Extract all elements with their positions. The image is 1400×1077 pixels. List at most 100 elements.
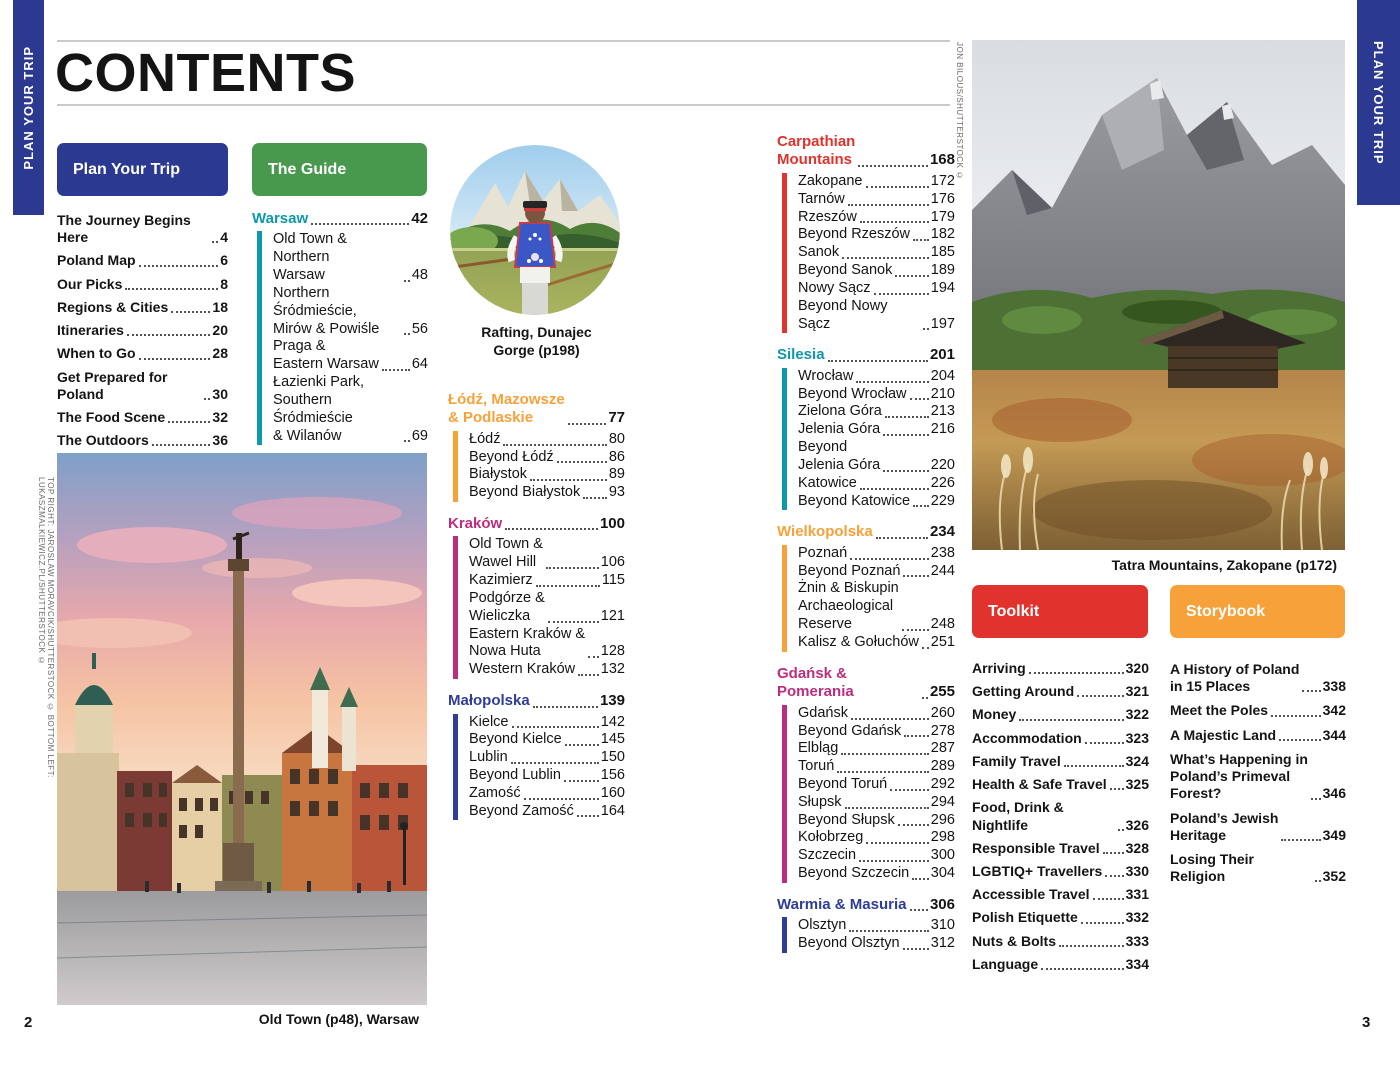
toc-entry-label: Itineraries bbox=[57, 322, 124, 339]
toc-entry-label: Old Town & Northern Warsaw bbox=[273, 231, 401, 284]
toc-entry-label: Kraków bbox=[448, 515, 502, 533]
toc-entry-label: Poznań bbox=[798, 545, 847, 563]
toc-entry-label: Beyond Wrocław bbox=[798, 386, 907, 404]
toc-entry-page: 189 bbox=[931, 262, 955, 280]
dotted-leader bbox=[204, 398, 210, 400]
dotted-leader bbox=[512, 726, 599, 728]
photo-credit-left-text: TOP RIGHT: JAROSLAW MORAVCIK/SHUTTERSTOC… bbox=[37, 477, 55, 897]
dotted-leader bbox=[912, 878, 929, 880]
section-items: Olsztyn310Beyond Olsztyn312 bbox=[782, 917, 955, 953]
toc-entry-page: 36 bbox=[212, 432, 228, 449]
dotted-leader bbox=[866, 842, 929, 844]
photo-credit-right: JON BILOUS/SHUTTERSTOCK © bbox=[955, 42, 964, 187]
dotted-leader bbox=[1029, 672, 1124, 674]
dotted-leader bbox=[858, 165, 928, 167]
toc-entry-label: Health & Safe Travel bbox=[972, 776, 1107, 793]
dotted-leader bbox=[511, 762, 599, 764]
dotted-leader bbox=[1081, 922, 1124, 924]
section-gdansk: Gdańsk & Pomerania255Gdańsk260Beyond Gda… bbox=[777, 665, 955, 883]
dotted-leader bbox=[583, 497, 607, 499]
toc-entry-label: Kalisz & Gołuchów bbox=[798, 634, 919, 652]
toc-entry-page: 213 bbox=[931, 403, 955, 421]
toc-entry-page: 18 bbox=[212, 299, 228, 316]
toc-entry-page: 287 bbox=[931, 740, 955, 758]
toc-entry-page: 164 bbox=[601, 803, 625, 821]
guide-column-3: Carpathian Mountains168Zakopane172Tarnów… bbox=[777, 133, 955, 966]
toc-entry: Old Town & Wawel Hill106 bbox=[469, 536, 625, 572]
toc-entry-label: Łódź bbox=[469, 431, 500, 449]
toc-entry-page: 69 bbox=[412, 428, 428, 446]
toc-entry-page: 310 bbox=[931, 917, 955, 935]
toc-entry: Kielce142 bbox=[469, 714, 625, 732]
toc-entry-label: Money bbox=[972, 706, 1016, 723]
toolkit-list: Arriving320Getting Around321Money322Acco… bbox=[972, 660, 1149, 979]
dotted-leader bbox=[505, 528, 598, 530]
toc-entry-label: Warsaw bbox=[252, 210, 308, 228]
toc-entry-label: Nuts & Bolts bbox=[972, 933, 1056, 950]
toc-entry-label: Warmia & Masuria bbox=[777, 896, 907, 914]
toc-entry-label: Responsible Travel bbox=[972, 840, 1100, 857]
toc-entry-page: 150 bbox=[601, 749, 625, 767]
toc-entry-page: 179 bbox=[931, 209, 955, 227]
toc-entry: Warsaw42 bbox=[252, 210, 428, 228]
right-chapter-tab: PLAN YOUR TRIP bbox=[1357, 0, 1400, 205]
toc-entry-page: 8 bbox=[220, 276, 228, 293]
toc-entry-page: 320 bbox=[1126, 660, 1149, 677]
dotted-leader bbox=[1311, 798, 1321, 800]
toc-entry-page: 197 bbox=[931, 316, 955, 334]
toc-entry-page: 30 bbox=[212, 386, 228, 403]
toc-entry-label: Słupsk bbox=[798, 794, 842, 812]
toc-entry-label: Losing Their Religion bbox=[1170, 851, 1312, 885]
toc-entry-label: Arriving bbox=[972, 660, 1026, 677]
toc-entry: Losing Their Religion 352 bbox=[1170, 851, 1346, 885]
toc-entry-label: Poland Map bbox=[57, 252, 136, 269]
toc-entry-page: 20 bbox=[212, 322, 228, 339]
header-rule-top bbox=[57, 40, 950, 42]
dotted-leader bbox=[902, 629, 929, 631]
toc-entry: Arriving 320 bbox=[972, 660, 1149, 677]
toc-entry-label: Sanok bbox=[798, 244, 839, 262]
toc-entry-page: 226 bbox=[931, 475, 955, 493]
toc-entry: Jelenia Góra216 bbox=[798, 421, 955, 439]
section-warsaw: Warsaw42Old Town & Northern Warsaw48Nort… bbox=[252, 210, 428, 445]
storybook-list: A History of Poland in 15 Places338Meet … bbox=[1170, 661, 1346, 892]
dotted-leader bbox=[533, 706, 598, 708]
toc-entry: Responsible Travel328 bbox=[972, 840, 1149, 857]
plan-your-trip-button: Plan Your Trip bbox=[57, 143, 228, 196]
dotted-leader bbox=[1118, 829, 1124, 831]
toc-entry: Beyond Nowy Sącz197 bbox=[798, 298, 955, 334]
toc-entry-label: Getting Around bbox=[972, 683, 1074, 700]
dotted-leader bbox=[859, 860, 929, 862]
toc-entry-label: Zamość bbox=[469, 785, 521, 803]
toc-entry: Beyond Kielce145 bbox=[469, 731, 625, 749]
dotted-leader bbox=[577, 815, 599, 817]
page-number-right: 3 bbox=[1362, 1014, 1370, 1031]
dotted-leader bbox=[1093, 898, 1124, 900]
toc-entry-page: 182 bbox=[931, 226, 955, 244]
toc-entry-page: 234 bbox=[930, 523, 955, 541]
toc-entry-page: 323 bbox=[1126, 730, 1149, 747]
toc-entry-page: 260 bbox=[931, 705, 955, 723]
toc-entry-page: 321 bbox=[1126, 683, 1149, 700]
toc-entry-label: Nowy Sącz bbox=[798, 280, 871, 298]
section-items: Łódź80Beyond Łódź86Białystok89Beyond Bia… bbox=[453, 431, 625, 502]
toc-entry-page: 352 bbox=[1323, 868, 1346, 885]
toc-entry-label: When to Go bbox=[57, 345, 136, 362]
dotted-leader bbox=[922, 647, 929, 649]
toc-entry: Beyond Rzeszów182 bbox=[798, 226, 955, 244]
dotted-leader bbox=[922, 697, 928, 699]
dotted-leader bbox=[913, 505, 929, 507]
toc-entry-label: Beyond Słupsk bbox=[798, 812, 895, 830]
photo-tatra-mountains bbox=[972, 40, 1345, 550]
toc-entry-label: Gdańsk & Pomerania bbox=[777, 665, 919, 702]
dotted-leader bbox=[841, 753, 928, 755]
toc-entry-label: Lublin bbox=[469, 749, 508, 767]
dotted-leader bbox=[1019, 719, 1123, 721]
section-items: Poznań238Beyond Poznań244Żnin & Biskupin… bbox=[782, 545, 955, 652]
dotted-leader bbox=[903, 948, 929, 950]
toc-entry-label: Zakopane bbox=[798, 173, 863, 191]
dotted-leader bbox=[883, 434, 929, 436]
toc-entry: Zielona Góra213 bbox=[798, 403, 955, 421]
toc-entry: Our Picks8 bbox=[57, 276, 228, 293]
dotted-leader bbox=[1103, 852, 1124, 854]
